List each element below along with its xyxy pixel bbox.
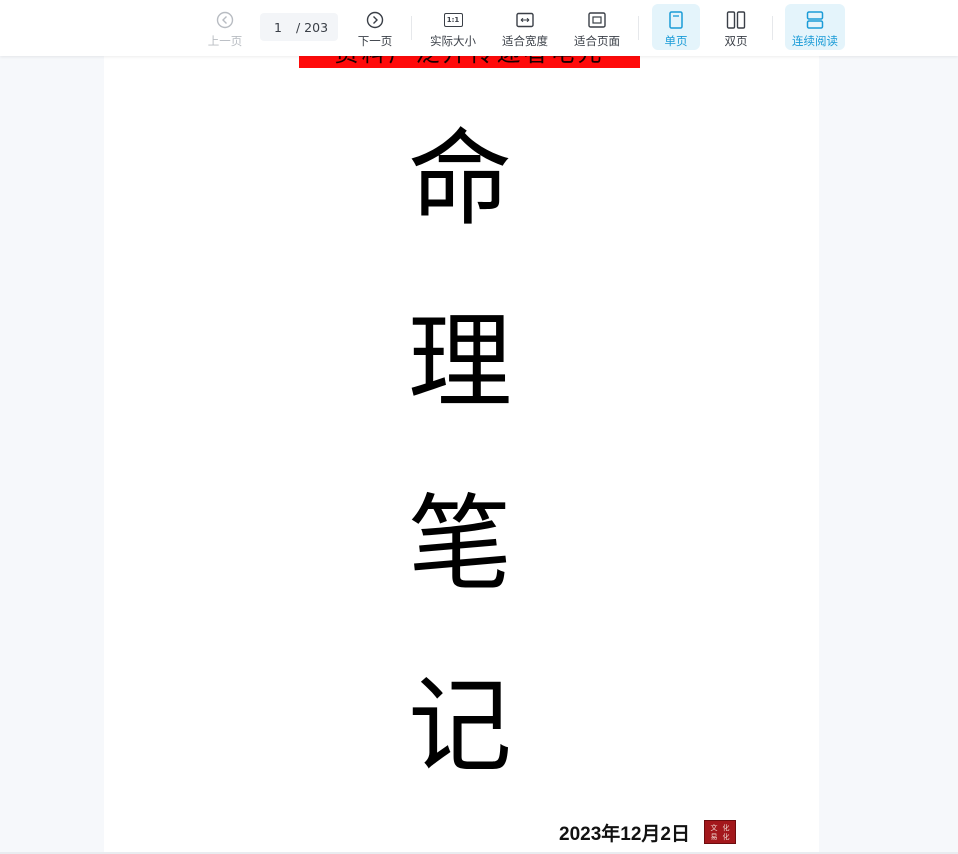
chevron-left-circle-icon <box>215 10 235 30</box>
fit-page-icon <box>587 10 607 30</box>
seal-char: 化 <box>722 832 730 841</box>
fit-width-icon <box>515 10 535 30</box>
total-pages: / 203 <box>296 19 329 35</box>
prev-page-label: 上一页 <box>207 34 243 48</box>
title-char-2: 理 <box>407 301 512 423</box>
page-number-input[interactable]: 1 <box>260 20 296 35</box>
document-page: 资料广泛开传递者电元 命 理 笔 记 2023年12月2日 文 化 易 化 <box>104 56 819 854</box>
seal-char: 易 <box>710 832 718 841</box>
document-date: 2023年12月2日 <box>559 824 690 845</box>
actual-size-icon-text: 1:1 <box>443 13 463 27</box>
actual-size-icon: 1:1 <box>443 10 463 30</box>
single-page-button[interactable]: 单页 <box>652 4 700 50</box>
fit-page-button[interactable]: 适合页面 <box>568 4 626 50</box>
red-banner: 资料广泛开传递者电元 <box>299 56 640 68</box>
next-page-button[interactable]: 下一页 <box>350 4 400 50</box>
toolbar-divider <box>411 16 412 40</box>
page-indicator: 1 / 203 <box>260 13 338 41</box>
continuous-reading-label: 连续阅读 <box>792 34 838 48</box>
toolbar-divider <box>638 16 639 40</box>
title-char-4: 记 <box>407 665 512 787</box>
chevron-right-circle-icon <box>365 10 385 30</box>
seal-char: 文 <box>710 823 718 832</box>
red-seal-stamp: 文 化 易 化 <box>704 820 736 844</box>
double-page-icon <box>726 10 746 30</box>
continuous-reading-icon <box>805 10 825 30</box>
double-page-button[interactable]: 双页 <box>712 4 760 50</box>
continuous-reading-button[interactable]: 连续阅读 <box>785 4 845 50</box>
double-page-label: 双页 <box>724 34 748 48</box>
next-page-label: 下一页 <box>357 34 393 48</box>
single-page-label: 单页 <box>664 34 688 48</box>
fit-page-label: 适合页面 <box>574 34 620 48</box>
pdf-toolbar: 上一页 1 / 203 下一页 1:1 实际大小 适合宽度 适合页面 单页 双页… <box>0 0 958 56</box>
fit-width-button[interactable]: 适合宽度 <box>496 4 554 50</box>
single-page-icon <box>666 10 686 30</box>
title-char-3: 笔 <box>407 483 512 605</box>
actual-size-label: 实际大小 <box>430 34 476 48</box>
prev-page-button[interactable]: 上一页 <box>200 4 250 50</box>
actual-size-button[interactable]: 1:1 实际大小 <box>424 4 482 50</box>
title-char-1: 命 <box>407 118 512 240</box>
fit-width-label: 适合宽度 <box>502 34 548 48</box>
toolbar-divider <box>772 16 773 40</box>
seal-char: 化 <box>722 823 730 832</box>
